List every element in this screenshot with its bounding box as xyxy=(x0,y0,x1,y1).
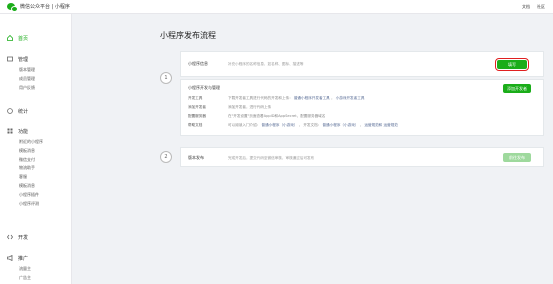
megaphone-icon xyxy=(7,254,13,262)
info-desc: 补充小程序的名称信息，如名称、图标、描述等 xyxy=(228,61,304,66)
manage-icon xyxy=(7,56,13,62)
sidebar-item-customer-service[interactable]: 客服 xyxy=(0,173,72,182)
sidebar-dev[interactable]: 开发 xyxy=(0,230,72,244)
mini-program-info-card: 小程序信息 补充小程序的名称信息，如名称、图标、描述等 填写 xyxy=(180,51,544,77)
help-docs-row: 可以阅读入门介绍： 普通小程序（小游戏） ， 开发文档： 普通小程序（小游戏） … xyxy=(228,123,398,127)
top-right-links: 文档 社区 xyxy=(522,4,545,10)
sidebar-item-publisher[interactable]: 流量主 xyxy=(0,265,72,274)
sidebar-item-plugins[interactable]: 小程序插件 xyxy=(0,191,72,200)
sidebar-item-advertiser[interactable]: 广告主 xyxy=(0,274,72,283)
top-bar: 微信公众平台 | 小程序 文档 社区 xyxy=(0,0,553,14)
sidebar-item-member-manage[interactable]: 成员管理 xyxy=(0,75,72,84)
sidebar-home-label: 首页 xyxy=(18,35,29,42)
code-icon xyxy=(7,234,13,240)
dev-tools-row: 下载开发者工具进行代码的开发和上传： 普通小程序开发者工具 ， 小游戏开发者工具 xyxy=(228,96,365,100)
sidebar-home[interactable]: 首页 xyxy=(0,31,72,45)
docs-link[interactable]: 文档 xyxy=(522,4,530,10)
main-content: 小程序发布流程 1 小程序信息 补充小程序的名称信息，如名称、图标、描述等 填写… xyxy=(72,14,553,284)
go-release-button[interactable]: 前往发布 xyxy=(503,153,531,162)
step-2-number: 2 xyxy=(160,151,172,163)
sidebar-item-logistics[interactable]: 物流助手 xyxy=(0,164,72,173)
sidebar-item-template-msg[interactable]: 模板消息 xyxy=(0,147,72,156)
brand-title: 微信公众平台 | 小程序 xyxy=(20,4,70,10)
ops-rules-link[interactable]: 运营规范和 xyxy=(364,123,382,127)
sidebar: 首页 管理 版本管理 成员管理 用户反馈 统计 功能 附近的小程序 模板消息 微… xyxy=(0,14,72,284)
wechat-logo-icon xyxy=(7,3,18,12)
stats-icon xyxy=(7,108,13,114)
sidebar-stats-label: 统计 xyxy=(18,108,29,115)
dev-docs-text: 开发文档： xyxy=(303,123,322,127)
dev-manage-card: 小程序开发与管理 添加开发者 开发工具 下载开发者工具进行代码的开发和上传： 普… xyxy=(180,79,544,136)
sidebar-promote: 推广 流量主 广告主 xyxy=(0,251,72,283)
release-card: 版本发布 完成开发后，提交代码至微信审核，审核通过后可发布 前往发布 xyxy=(180,147,544,167)
page-title: 小程序发布流程 xyxy=(160,31,216,40)
community-link[interactable]: 社区 xyxy=(537,4,545,10)
dev-manage-title: 小程序开发与管理 xyxy=(188,85,220,90)
sidebar-features: 功能 附近的小程序 模板消息 微信支付 物流助手 客服 模板消息 小程序插件 小… xyxy=(0,124,72,208)
sidebar-stats[interactable]: 统计 xyxy=(0,104,72,118)
home-icon xyxy=(7,34,13,41)
sidebar-item-evaluation[interactable]: 小程序评测 xyxy=(0,200,72,209)
sidebar-item-user-feedback[interactable]: 用户反馈 xyxy=(0,84,72,93)
sidebar-dev-label: 开发 xyxy=(18,234,29,241)
mini-game-devtools-link[interactable]: 小游戏开发者工具 xyxy=(336,96,365,100)
help-docs-label: 帮助文档 xyxy=(188,123,203,127)
sidebar-manage-label: 管理 xyxy=(18,56,29,63)
release-desc: 完成开发后，提交代码至微信审核，审核通过后可发布 xyxy=(228,155,315,160)
server-config-text: 在"开发设置"页面查看AppID和AppSecret，配置服务器域名 xyxy=(228,114,326,118)
sidebar-manage-head[interactable]: 管理 xyxy=(0,52,72,66)
intro-link[interactable]: 普通小程序（小游戏） xyxy=(262,123,298,127)
add-dev-label: 添加开发者 xyxy=(188,105,206,109)
server-config-label: 配置服务器 xyxy=(188,114,206,118)
sidebar-item-template-msg-2[interactable]: 模板消息 xyxy=(0,182,72,191)
dev-docs-link[interactable]: 普通小程序（小游戏） xyxy=(322,123,358,127)
mini-program-devtools-link[interactable]: 普通小程序开发者工具 xyxy=(294,96,330,100)
add-developer-button[interactable]: 添加开发者 xyxy=(503,84,531,93)
sidebar-item-version-manage[interactable]: 版本管理 xyxy=(0,66,72,75)
add-dev-text: 添加开发者，进行代码上传 xyxy=(228,105,272,109)
features-icon xyxy=(7,128,13,134)
sidebar-manage: 管理 版本管理 成员管理 用户反馈 xyxy=(0,52,72,92)
sidebar-item-nearby[interactable]: 附近的小程序 xyxy=(0,138,72,147)
ops-spec-link[interactable]: 运营规范 xyxy=(383,123,397,127)
sidebar-promote-head[interactable]: 推广 xyxy=(0,251,72,265)
release-label: 版本发布 xyxy=(188,155,204,160)
sidebar-features-label: 功能 xyxy=(18,128,29,135)
step-1-number: 1 xyxy=(160,72,172,84)
sidebar-features-head[interactable]: 功能 xyxy=(0,124,72,138)
dev-tools-label: 开发工具 xyxy=(188,96,203,100)
help-docs-text: 可以阅读入门介绍： xyxy=(228,123,261,127)
sidebar-promote-label: 推广 xyxy=(18,255,29,262)
dev-tools-text: 下载开发者工具进行代码的开发和上传： xyxy=(228,96,293,100)
sidebar-item-wechat-pay[interactable]: 微信支付 xyxy=(0,156,72,165)
info-label: 小程序信息 xyxy=(188,61,208,66)
fill-button[interactable]: 填写 xyxy=(495,58,529,71)
